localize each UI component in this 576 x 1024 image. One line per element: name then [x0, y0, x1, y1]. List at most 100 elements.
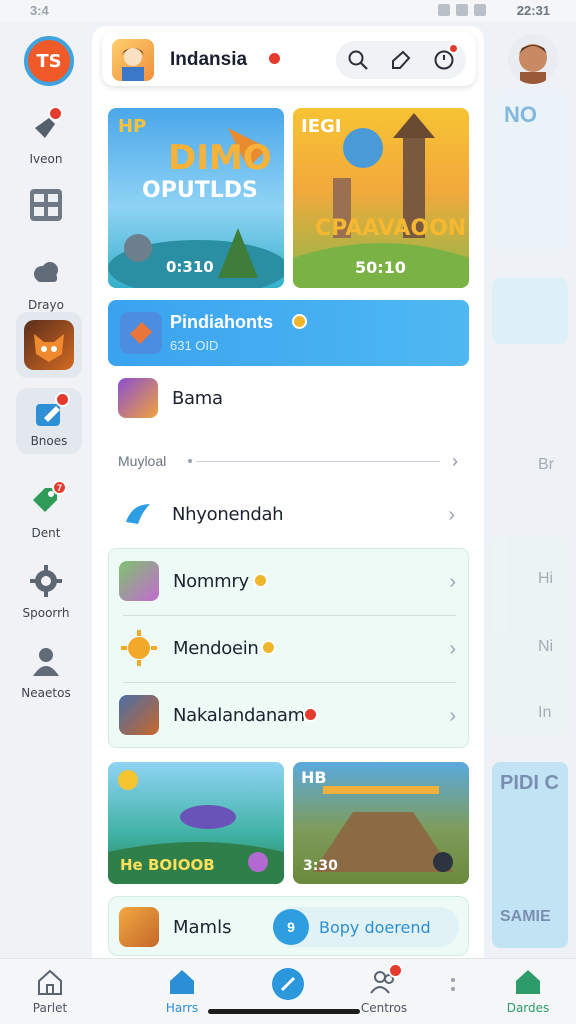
chevron-right-icon: ›: [452, 451, 458, 471]
game-card-hb[interactable]: HB 3:30: [293, 762, 469, 884]
rail-item-bnoes[interactable]: Bnoes: [16, 388, 82, 454]
coin-icon: [253, 573, 268, 588]
rail-item-spoorrh[interactable]: Spoorrh: [0, 562, 92, 620]
profile-avatar[interactable]: [508, 34, 558, 84]
bottom-card-label: Mamls: [173, 917, 232, 938]
signal-icon: [474, 4, 486, 16]
list-item-nhyonendah[interactable]: Nhyonendah ›: [108, 486, 469, 542]
rail-label: Drayo: [28, 298, 64, 312]
rail-item-iveon[interactable]: Iveon: [0, 106, 92, 166]
card-score: 0:310: [166, 258, 214, 276]
nav-item-centros[interactable]: Centros: [344, 963, 424, 1015]
logo-text: TS: [36, 50, 62, 72]
rail-item-grid[interactable]: [0, 186, 92, 230]
nav-item-compass[interactable]: [248, 967, 328, 1005]
preview-row-label: Hi: [538, 570, 554, 587]
bottom-card-mamls[interactable]: Mamls 9 Bopy doerend: [108, 896, 469, 956]
chevron-right-icon: ›: [448, 504, 455, 526]
title-badge: [267, 51, 282, 66]
preview-game-card: PIDI C SAMIE: [492, 762, 568, 948]
app-avatar[interactable]: [112, 39, 154, 81]
rail-label: Dent: [31, 526, 61, 540]
notification-badge: [303, 707, 318, 722]
notification-badge: [448, 43, 460, 54]
clock-icon[interactable]: [431, 43, 460, 73]
gear-icon: [27, 562, 65, 600]
game-card-dimo[interactable]: HP DIMO OPUTLDS 0:310: [108, 108, 284, 288]
app-logo[interactable]: TS: [24, 36, 74, 86]
feature-banner[interactable]: Pindiahonts 631 OID: [108, 300, 469, 366]
rail-label: Bnoes: [30, 434, 68, 448]
preview-card: NO: [492, 90, 568, 250]
notification-badge: [48, 106, 63, 121]
section-header[interactable]: Muyloal ›: [118, 451, 458, 471]
list-item-nommry[interactable]: Nommry ›: [109, 553, 470, 609]
main-panel: Indansia HP DIMO OPUTLDS 0:310 IEGI CPAA…: [92, 26, 484, 1016]
nav-item-parlet[interactable]: Parlet: [10, 967, 90, 1015]
sim-icon: [456, 4, 468, 16]
count-badge: 7: [52, 480, 67, 495]
game-icon: [119, 695, 159, 735]
section-dot: [188, 459, 192, 463]
rail-item-drayo[interactable]: Drayo: [0, 254, 92, 312]
card-corner: IEGI: [301, 116, 342, 137]
left-rail: TS Iveon Drayo Bnoes 7 Dent Spoorrh Neae…: [0, 22, 92, 962]
home-indicator: [208, 1009, 360, 1014]
nav-label: Dardes: [506, 1001, 550, 1015]
rail-item-neaetos[interactable]: Neaetos: [0, 642, 92, 700]
games-group: Nommry › Mendoein › Nakalandanam ›: [108, 548, 469, 748]
top-actions: [336, 41, 466, 79]
game-icon: [119, 907, 159, 947]
rail-label: Iveon: [29, 152, 63, 166]
preview-row-label: Ni: [538, 638, 554, 655]
compass-icon: [271, 967, 305, 1001]
list-item-mendoein[interactable]: Mendoein ›: [109, 620, 470, 676]
chevron-right-icon: ›: [449, 705, 456, 727]
rail-label: Neaetos: [21, 686, 71, 700]
section-divider: [196, 461, 440, 462]
preview-group: Hi Ni In: [492, 536, 568, 736]
status-bar: 3:4 22:31: [0, 0, 576, 22]
list-item-nakalandanam[interactable]: Nakalandanam ›: [109, 687, 470, 743]
nav-item-harrs[interactable]: Harrs: [142, 967, 222, 1015]
nav-item-dardes[interactable]: Dardes: [488, 967, 568, 1015]
feature-title: Pindiahonts: [170, 312, 273, 332]
tag-icon: 7: [27, 480, 67, 520]
list-item-label: Nakalandanam: [173, 705, 305, 726]
nav-label: Parlet: [32, 1001, 68, 1015]
rail-item-dent[interactable]: 7 Dent: [0, 480, 92, 540]
divider: [123, 615, 456, 616]
card-title: CPAAVAOON: [315, 216, 467, 241]
status-icons: [438, 4, 486, 16]
bottom-nav: Parlet Harrs Centros Dardes: [0, 958, 576, 1024]
section-title: Muyloal: [118, 453, 167, 469]
divider: [123, 682, 456, 683]
download-pill[interactable]: 9 Bopy doerend: [273, 907, 459, 947]
game-card-boioob[interactable]: He BOIOOB: [108, 762, 284, 884]
pin-icon: [27, 106, 65, 146]
edit-icon: [34, 392, 70, 428]
rail-item-fox[interactable]: [16, 312, 82, 378]
list-item-label: Bama: [172, 388, 223, 409]
card-corner: HP: [118, 116, 147, 137]
nav-label: Centros: [360, 1001, 408, 1015]
house-green-icon: [513, 967, 543, 997]
pill-icon: 9: [273, 909, 309, 945]
share-icon[interactable]: [388, 47, 414, 73]
list-item-bama[interactable]: Bama: [108, 370, 469, 426]
notification-badge: [388, 963, 403, 978]
chevron-right-icon: ›: [449, 638, 456, 660]
preview-banner: [492, 278, 568, 344]
preview-card-title: PIDI C: [500, 772, 559, 794]
preview-row-label: In: [538, 704, 552, 721]
game-card-cpaavaoon[interactable]: IEGI CPAAVAOON 50:10: [293, 108, 469, 288]
pill-text: Bopy doerend: [319, 918, 431, 937]
preview-panel: NO Br Hi Ni In PIDI C SAMIE: [484, 90, 576, 960]
more-icon[interactable]: [450, 977, 456, 993]
list-item-label: Mendoein: [173, 638, 259, 659]
coin-icon: [261, 640, 276, 655]
game-icon: [119, 561, 159, 601]
card-corner: HB: [301, 768, 327, 787]
card-subtitle: OPUTLDS: [142, 178, 258, 203]
search-icon[interactable]: [345, 47, 371, 73]
